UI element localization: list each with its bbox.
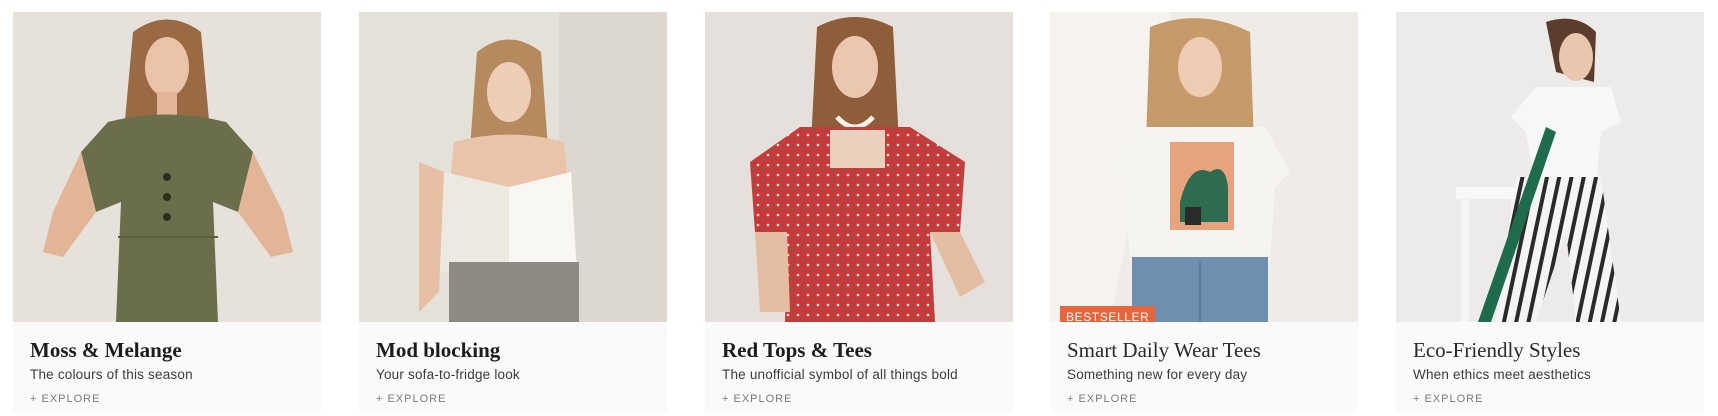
card-subtitle: Your sofa-to-fridge look: [376, 367, 520, 382]
photo-illustration: [705, 12, 1013, 322]
model-colorblock-cami-photo[interactable]: [359, 12, 667, 322]
card-info: Eco-Friendly Styles When ethics meet aes…: [1396, 338, 1704, 407]
card-subtitle: The colours of this season: [30, 367, 193, 382]
explore-link[interactable]: + EXPLORE: [376, 391, 650, 407]
explore-link[interactable]: + EXPLORE: [1067, 391, 1341, 407]
card-title[interactable]: Smart Daily Wear Tees: [1067, 338, 1341, 362]
card-title[interactable]: Mod blocking: [376, 338, 650, 362]
explore-link[interactable]: + EXPLORE: [30, 391, 304, 407]
category-card-smart-daily-wear-tees[interactable]: BESTSELLER Smart Daily Wear Tees Somethi…: [1050, 12, 1358, 412]
card-subtitle: The unofficial symbol of all things bold: [722, 367, 958, 382]
photo-illustration: [13, 12, 321, 322]
photo-illustration: [359, 12, 667, 322]
category-card-eco-friendly-styles[interactable]: Eco-Friendly Styles When ethics meet aes…: [1396, 12, 1704, 412]
category-carousel: Moss & Melange The colours of this seaso…: [0, 0, 1718, 416]
card-subtitle: Something new for every day: [1067, 367, 1248, 382]
bestseller-badge: BESTSELLER: [1060, 306, 1156, 322]
model-white-tee-striped-pants-photo[interactable]: [1396, 12, 1704, 322]
explore-link[interactable]: + EXPLORE: [722, 391, 996, 407]
category-card-red-tops-tees[interactable]: Red Tops & Tees The unofficial symbol of…: [705, 12, 1013, 412]
photo-illustration: [1396, 12, 1704, 322]
card-title[interactable]: Moss & Melange: [30, 338, 304, 362]
explore-link[interactable]: + EXPLORE: [1413, 391, 1687, 407]
model-graphic-tee-photo[interactable]: BESTSELLER: [1050, 12, 1358, 322]
category-card-mod-blocking[interactable]: Mod blocking Your sofa-to-fridge look + …: [359, 12, 667, 412]
photo-illustration: [1050, 12, 1358, 322]
card-title[interactable]: Eco-Friendly Styles: [1413, 338, 1687, 362]
card-info: Smart Daily Wear Tees Something new for …: [1050, 338, 1358, 407]
model-red-floral-top-photo[interactable]: [705, 12, 1013, 322]
model-olive-dress-photo[interactable]: [13, 12, 321, 322]
card-subtitle: When ethics meet aesthetics: [1413, 367, 1591, 382]
card-info: Moss & Melange The colours of this seaso…: [13, 338, 321, 407]
card-title[interactable]: Red Tops & Tees: [722, 338, 996, 362]
card-info: Red Tops & Tees The unofficial symbol of…: [705, 338, 1013, 407]
category-card-moss-melange[interactable]: Moss & Melange The colours of this seaso…: [13, 12, 321, 412]
card-info: Mod blocking Your sofa-to-fridge look + …: [359, 338, 667, 407]
